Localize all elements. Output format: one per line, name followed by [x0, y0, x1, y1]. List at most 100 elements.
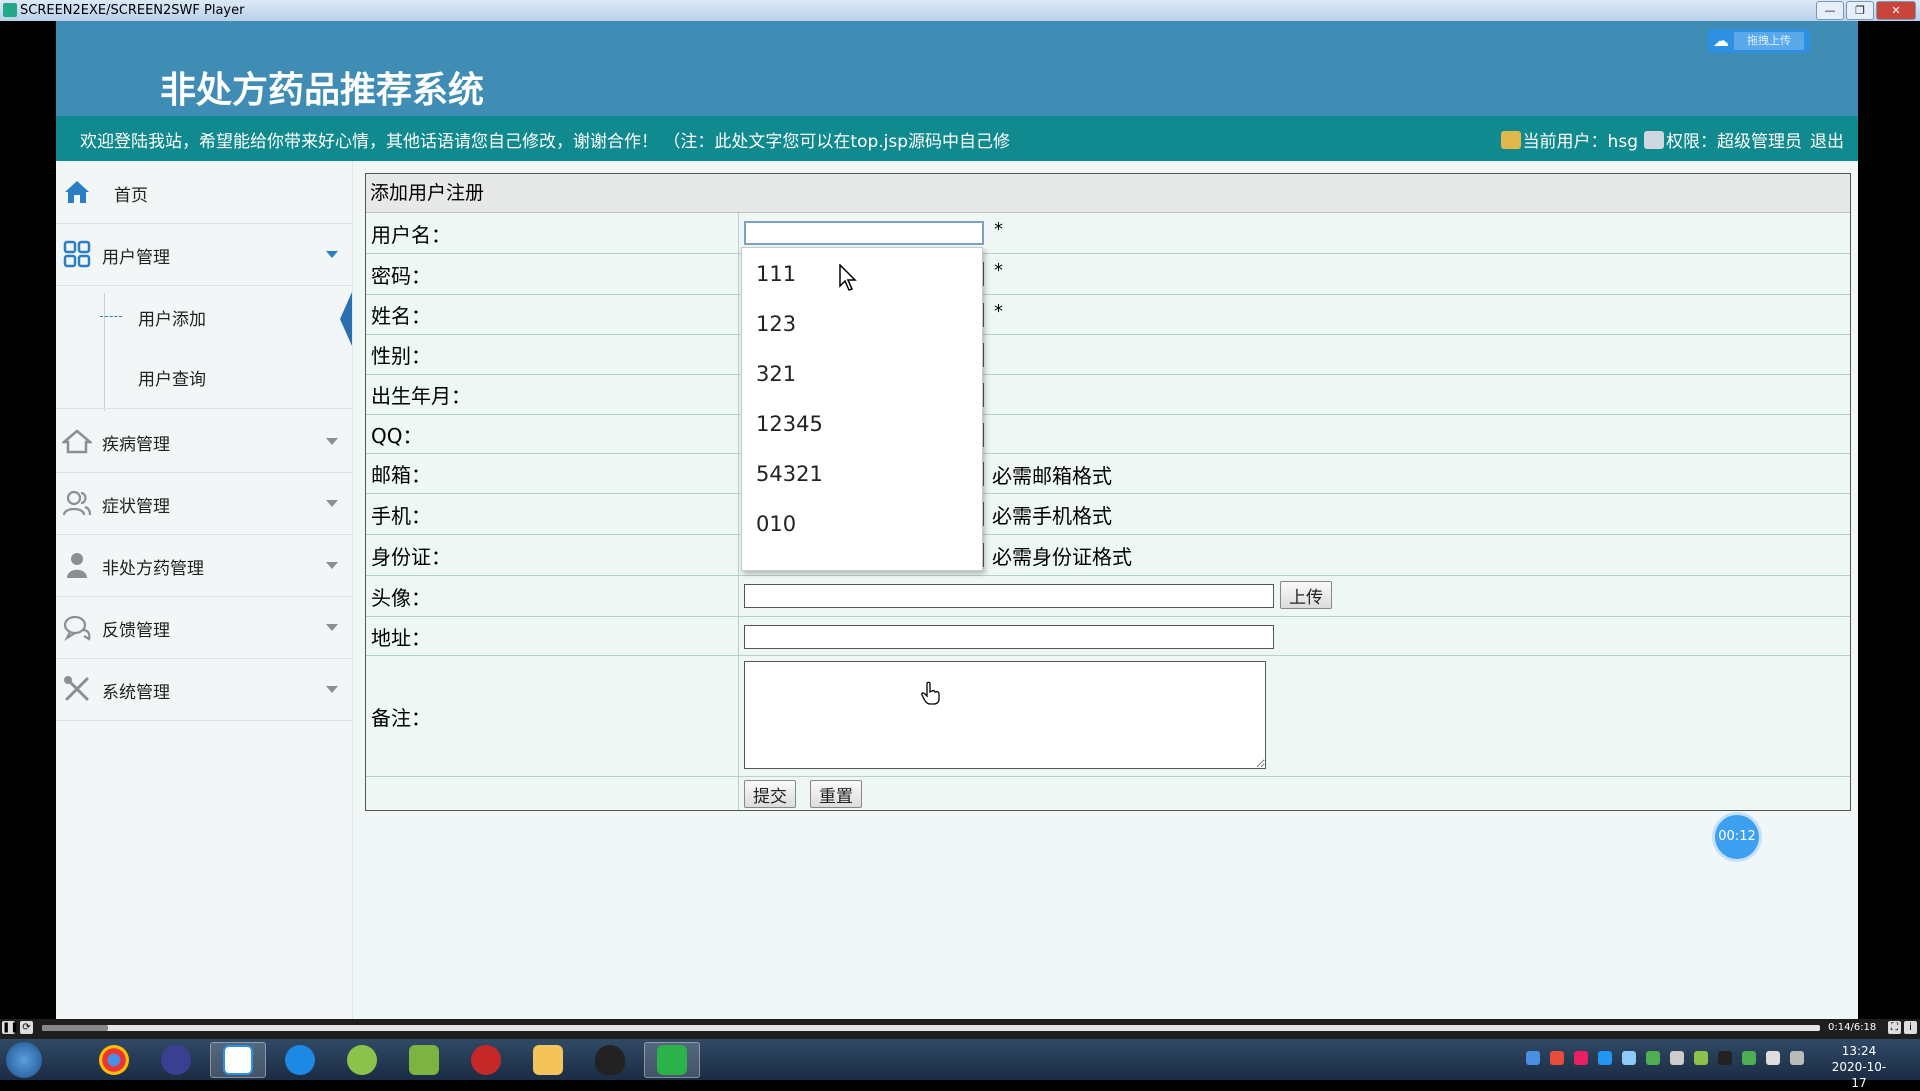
windows-taskbar: 13:24 2020-10-17	[0, 1039, 1920, 1090]
drag-upload-widget[interactable]: ☁ 拖拽上传	[1708, 29, 1810, 53]
person-icon	[62, 550, 92, 580]
form-title-bar: 添加用户注册	[366, 174, 1850, 213]
sidebar-item-label: 症状管理	[102, 497, 170, 517]
tray-shield-icon[interactable]	[1598, 1051, 1612, 1065]
current-user-text: 当前用户：hsg	[1522, 132, 1638, 152]
sidebar-item-user-add[interactable]: 用户添加	[56, 286, 352, 346]
network-icon[interactable]	[1790, 1051, 1804, 1065]
seek-track[interactable]	[42, 1025, 1820, 1031]
tray-app-icon[interactable]	[1550, 1051, 1564, 1065]
tray-qq-icon[interactable]	[1718, 1051, 1732, 1065]
logout-link[interactable]: 退出	[1810, 127, 1844, 152]
sidebar-item-label: 疾病管理	[102, 435, 170, 455]
tray-app-icon[interactable]	[1694, 1051, 1708, 1065]
submit-button[interactable]: 提交	[744, 780, 796, 808]
fullscreen-button[interactable]: ⛶	[1888, 1021, 1901, 1034]
address-input[interactable]	[744, 625, 1274, 649]
user-info: 当前用户：hsg 权限：超级管理员 退出	[1500, 127, 1844, 152]
folder-icon[interactable]	[520, 1042, 576, 1078]
autocomplete-item[interactable]: 54321	[742, 448, 982, 498]
recording-timer-badge[interactable]: 00:12	[1715, 815, 1759, 859]
sidebar-user-add-label: 用户添加	[138, 310, 206, 330]
sidebar-item-feedback[interactable]: 反馈管理	[56, 596, 352, 659]
maximize-button[interactable]: ❐	[1846, 1, 1874, 20]
loop-button[interactable]: ⟳	[20, 1021, 33, 1034]
tray-arrow-icon[interactable]	[1670, 1051, 1684, 1065]
reset-button[interactable]: 重置	[810, 780, 862, 808]
autocomplete-item[interactable]: 123	[742, 298, 982, 348]
mouse-pointer-icon	[839, 264, 857, 291]
pause-button[interactable]: ❚❚	[2, 1021, 19, 1034]
tray-app-icon[interactable]	[1742, 1051, 1756, 1065]
form-title: 添加用户注册	[370, 182, 485, 204]
player-app-icon	[3, 3, 17, 17]
qq-icon[interactable]	[582, 1042, 638, 1078]
active-item-marker	[340, 292, 352, 346]
flash-icon[interactable]	[458, 1042, 514, 1078]
sidebar: 首页 用户管理 用户添加 用户查询 疾病管理 症状管理 非处方药管理 反馈管理 …	[56, 161, 353, 1019]
row-name: 姓名： *	[366, 295, 1850, 335]
sidebar-item-system[interactable]: 系统管理	[56, 658, 352, 721]
sidebar-item-label: 非处方药管理	[102, 559, 204, 579]
clock-time: 13:24	[1841, 1044, 1877, 1058]
tools-icon	[62, 674, 92, 704]
chevron-down-icon	[326, 624, 338, 631]
sidebar-item-user-query[interactable]: 用户查询	[56, 346, 352, 406]
info-button[interactable]: i	[1904, 1021, 1917, 1034]
player-right-margin	[1858, 21, 1920, 1019]
tray-wechat-icon[interactable]	[1646, 1051, 1660, 1065]
autocomplete-item[interactable]: 12345	[742, 398, 982, 448]
seek-progress	[42, 1025, 108, 1031]
sidebar-item-user-management[interactable]: 用户管理	[56, 223, 352, 286]
remark-textarea[interactable]	[744, 661, 1266, 769]
sidebar-item-disease[interactable]: 疾病管理	[56, 410, 352, 473]
home-roof-icon	[60, 426, 94, 456]
row-username: 用户名： *	[366, 213, 1850, 254]
avatar-label: 头像：	[366, 576, 739, 616]
autocomplete-item[interactable]: 321	[742, 348, 982, 398]
site-header: 非处方药品推荐系统 ☁ 拖拽上传	[56, 21, 1858, 116]
tray-app-icon[interactable]	[1574, 1051, 1588, 1065]
taskbar-clock[interactable]: 13:24 2020-10-17	[1826, 1043, 1892, 1091]
media-player-icon[interactable]	[148, 1042, 204, 1078]
permission-icon	[1644, 130, 1664, 149]
gender-label: 性别：	[366, 335, 739, 374]
web-app: 非处方药品推荐系统 ☁ 拖拽上传 欢迎登陆我站，希望能给你带来好心情，其他话语请…	[56, 21, 1858, 1019]
avatar-path-input[interactable]	[744, 584, 1274, 608]
sidebar-item-home[interactable]: 首页	[56, 161, 352, 224]
autocomplete-item[interactable]: 010	[742, 498, 982, 548]
tray-app-icon[interactable]	[1622, 1051, 1636, 1065]
required-mark: *	[994, 301, 1003, 322]
idcard-label: 身份证：	[366, 535, 739, 575]
sidebar-item-otc-drug[interactable]: 非处方药管理	[56, 534, 352, 597]
baidu-netdisk-icon[interactable]	[210, 1042, 266, 1078]
playback-time: 0:14/6:18	[1828, 1022, 1877, 1033]
start-button[interactable]	[6, 1042, 42, 1078]
chevron-down-icon	[326, 438, 338, 445]
green-app-icon[interactable]	[334, 1042, 390, 1078]
required-mark: *	[994, 219, 1003, 240]
phone-hint: 必需手机格式	[992, 504, 1112, 528]
screen-recorder-icon[interactable]	[644, 1042, 700, 1078]
chart-app-icon[interactable]	[396, 1042, 452, 1078]
browser-icon[interactable]	[272, 1042, 328, 1078]
minimize-button[interactable]: —	[1816, 1, 1844, 20]
chevron-down-icon	[326, 251, 338, 258]
clock-date: 2020-10-17	[1831, 1060, 1887, 1090]
row-phone: 手机： 必需手机格式	[366, 494, 1850, 535]
chrome-icon[interactable]	[86, 1042, 142, 1078]
window-controls: — ❐ ✕	[1814, 1, 1916, 20]
volume-icon[interactable]	[1766, 1051, 1780, 1065]
username-input[interactable]	[744, 221, 984, 245]
tray-app-icon[interactable]	[1526, 1051, 1540, 1065]
upload-button[interactable]: 上传	[1280, 581, 1332, 609]
sidebar-item-symptom[interactable]: 症状管理	[56, 472, 352, 535]
birth-label: 出生年月：	[366, 375, 739, 414]
close-button[interactable]: ✕	[1876, 1, 1916, 20]
cloud-icon: ☁	[1713, 31, 1729, 50]
welcome-text: 欢迎登陆我站，希望能给你带来好心情，其他话语请您自己修改，谢谢合作！ （注：此处…	[80, 132, 1011, 152]
row-idcard: 身份证： 必需身份证格式	[366, 535, 1850, 576]
autocomplete-item[interactable]: 111	[742, 248, 982, 298]
home-icon	[62, 177, 92, 207]
idcard-hint: 必需身份证格式	[992, 545, 1132, 569]
